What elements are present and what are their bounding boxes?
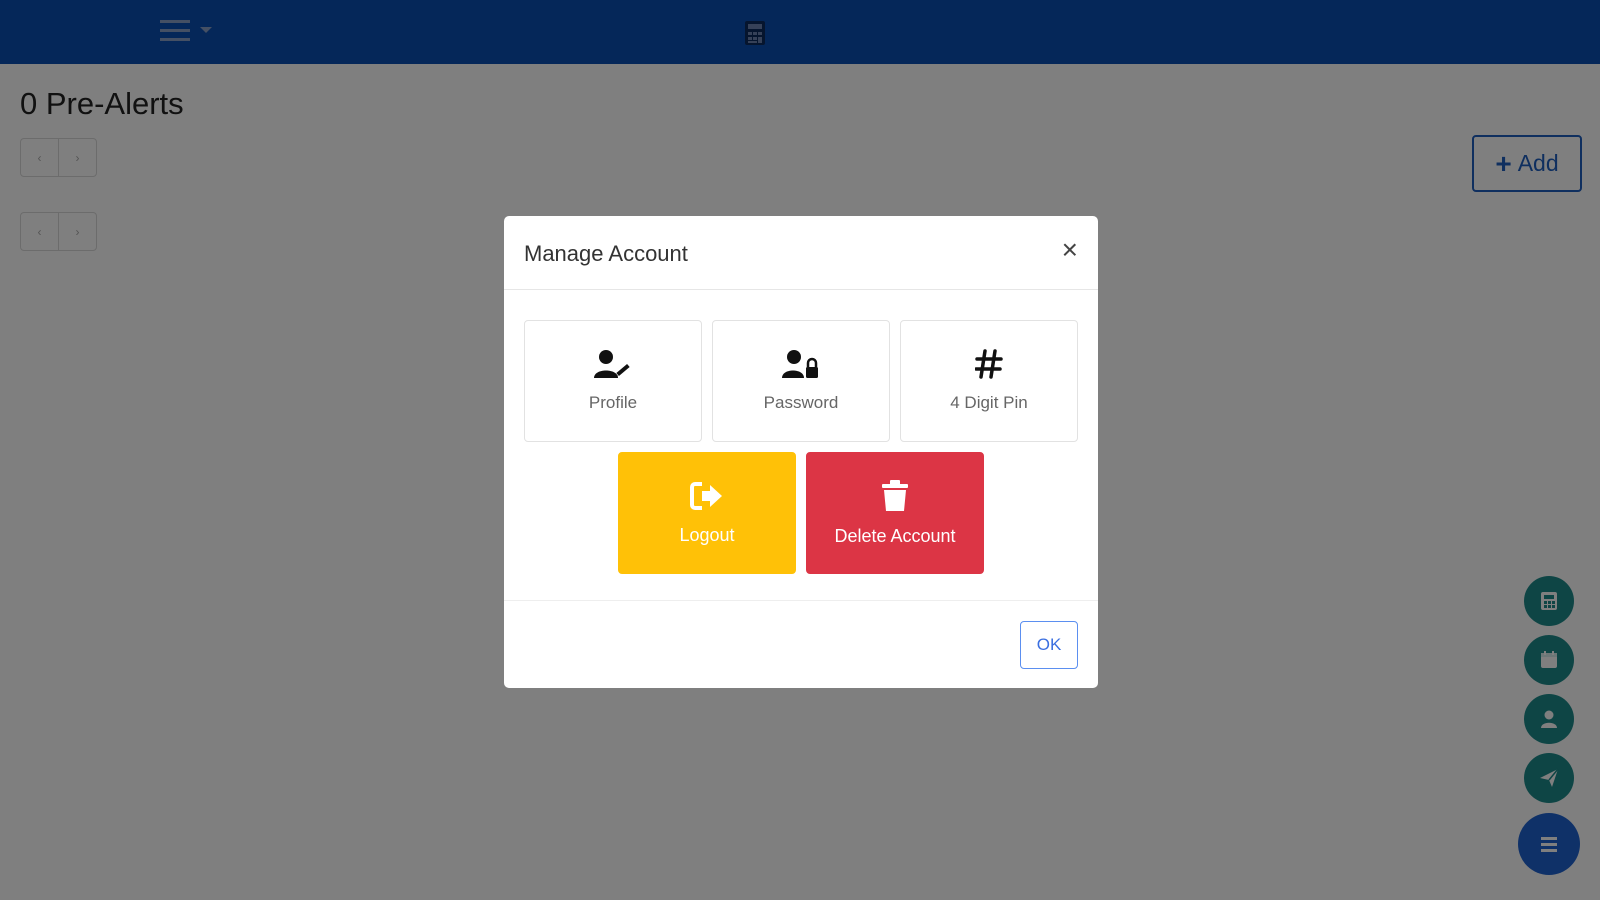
delete-account-button[interactable]: Delete Account [806, 452, 984, 574]
tile-label: Logout [679, 524, 735, 545]
hashtag-icon [975, 349, 1003, 379]
modal-footer: OK [504, 600, 1098, 688]
profile-tile[interactable]: Profile [524, 320, 702, 442]
modal-title: Manage Account [524, 241, 688, 266]
tile-label: Profile [588, 393, 638, 412]
user-edit-icon [594, 350, 630, 378]
close-button[interactable]: × [1062, 236, 1078, 264]
user-lock-icon [782, 350, 818, 378]
trash-icon [882, 479, 908, 511]
logout-button[interactable]: Logout [618, 452, 796, 574]
tile-label: 4 Digit Pin [950, 393, 1028, 412]
modal-header: Manage Account × [504, 216, 1098, 290]
sign-out-icon [690, 481, 722, 510]
tile-label: Password [763, 393, 839, 412]
password-tile[interactable]: Password [712, 320, 890, 442]
pin-tile[interactable]: 4 Digit Pin [900, 320, 1078, 442]
ok-button[interactable]: OK [1020, 621, 1078, 669]
manage-account-modal: Manage Account × Profile Password 4 Digi… [504, 216, 1098, 688]
tile-label: Delete Account [834, 525, 956, 546]
